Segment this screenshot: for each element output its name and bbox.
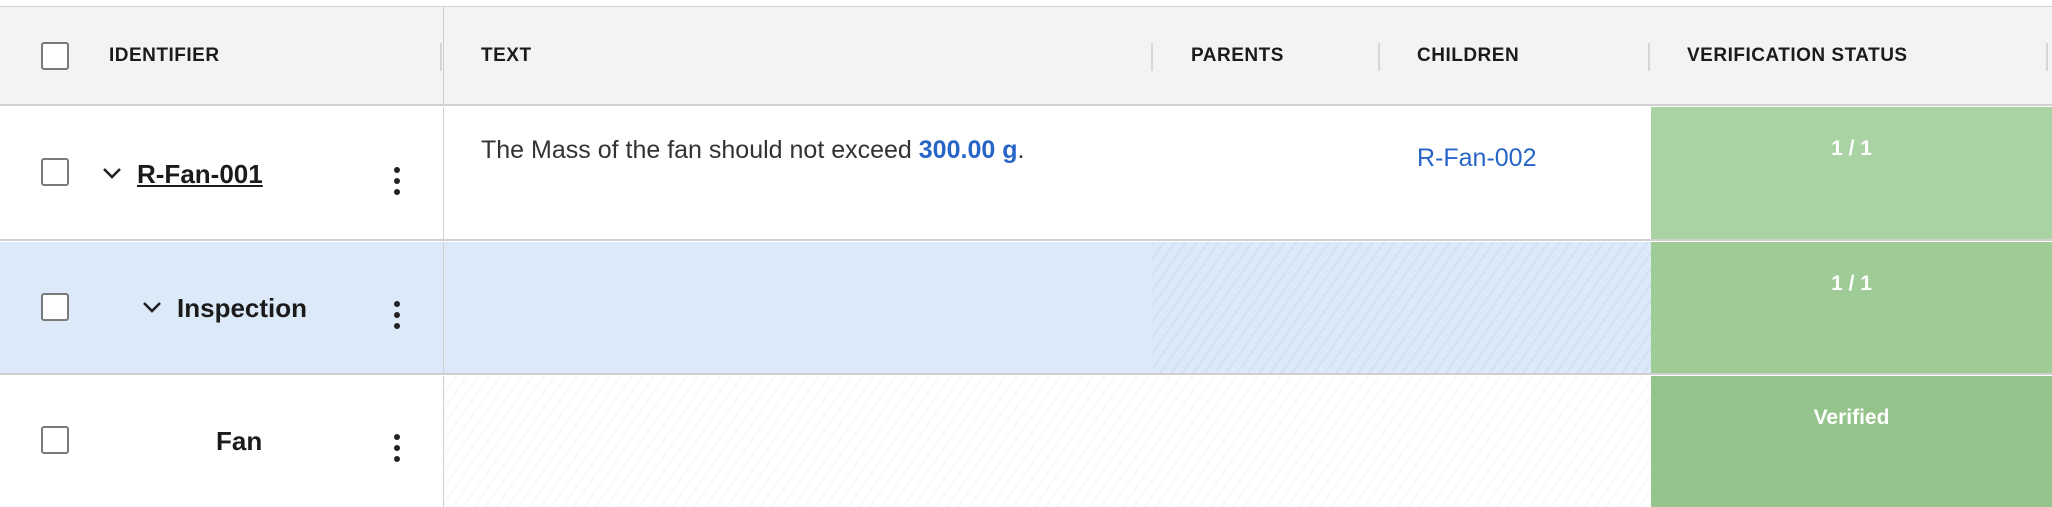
requirement-value[interactable]: 300.00 <box>919 136 995 164</box>
column-header-parents[interactable]: PARENTS <box>1191 45 1284 67</box>
requirement-text-suffix: . <box>1017 136 1025 164</box>
requirement-text-prefix: The Mass of the fan should not exceed <box>481 136 919 164</box>
verification-status-cell: 1 / 1 <box>1651 107 2052 239</box>
requirement-unit[interactable]: g <box>1002 136 1017 164</box>
requirement-identifier-link[interactable]: R-Fan-001 <box>137 159 263 190</box>
verification-status-value: 1 / 1 <box>1831 272 1872 295</box>
column-resize-handle[interactable] <box>1648 43 1650 71</box>
empty-cell <box>444 376 1651 507</box>
column-resize-handle[interactable] <box>1378 43 1380 71</box>
column-header-identifier[interactable]: IDENTIFIER <box>109 45 220 67</box>
select-all-checkbox[interactable] <box>41 42 69 70</box>
table-header: IDENTIFIER TEXT PARENTS CHILDREN VERIFIC… <box>0 7 2052 106</box>
column-resize-handle[interactable] <box>2046 43 2048 71</box>
verification-item-label: Fan <box>216 426 263 456</box>
column-resize-handle[interactable] <box>440 43 442 71</box>
column-divider <box>443 107 444 239</box>
child-link-r-fan-002[interactable]: R-Fan-002 <box>1417 144 1537 173</box>
chevron-down-icon[interactable] <box>101 167 123 181</box>
column-divider <box>443 7 444 104</box>
table-row-selected[interactable]: Inspection 1 / 1 <box>0 242 2052 375</box>
requirements-table: IDENTIFIER TEXT PARENTS CHILDREN VERIFIC… <box>0 6 2052 507</box>
column-divider <box>443 242 444 373</box>
column-resize-handle[interactable] <box>1151 43 1153 71</box>
verification-status-cell: Verified <box>1651 376 2052 507</box>
requirement-text: The Mass of the fan should not exceed 30… <box>481 136 1024 165</box>
row-select-checkbox[interactable] <box>41 293 69 321</box>
chevron-down-icon[interactable] <box>141 301 163 315</box>
column-header-text[interactable]: TEXT <box>481 45 532 67</box>
more-vertical-icon[interactable] <box>393 301 401 329</box>
more-vertical-icon[interactable] <box>393 434 401 462</box>
verification-method-label: Inspection <box>177 293 308 323</box>
verification-status-cell: 1 / 1 <box>1651 242 2052 373</box>
row-select-checkbox[interactable] <box>41 158 69 186</box>
table-row[interactable]: Fan Verified <box>0 376 2052 507</box>
verification-status-value: Verified <box>1813 406 1890 429</box>
table-row[interactable]: R-Fan-001 The Mass of the fan should not… <box>0 107 2052 241</box>
more-vertical-icon[interactable] <box>393 167 401 195</box>
column-header-children[interactable]: CHILDREN <box>1417 45 1519 67</box>
empty-cell <box>1152 242 1651 373</box>
column-header-verification-status[interactable]: VERIFICATION STATUS <box>1687 45 1908 67</box>
verification-status-value: 1 / 1 <box>1831 137 1872 160</box>
row-select-checkbox[interactable] <box>41 426 69 454</box>
